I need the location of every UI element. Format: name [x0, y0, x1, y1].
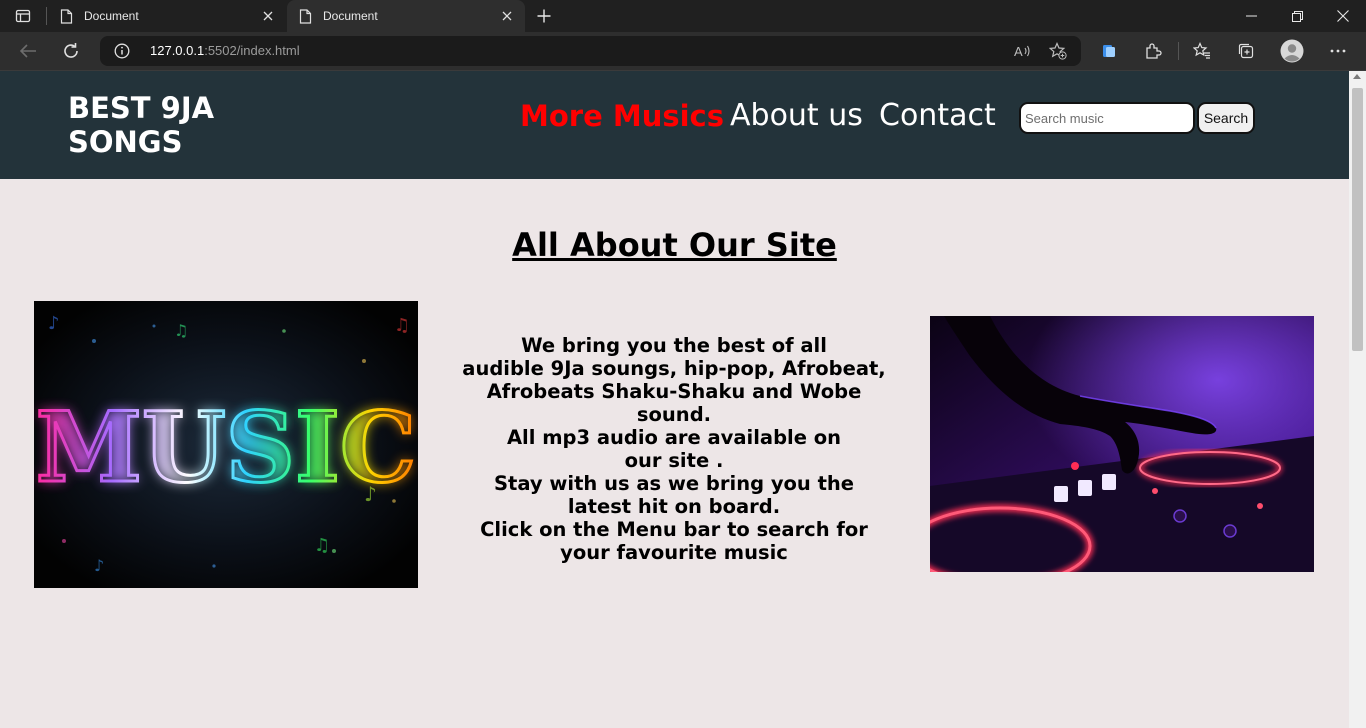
- scrollbar-thumb[interactable]: [1352, 88, 1363, 351]
- collections-app-icon[interactable]: [1094, 36, 1124, 66]
- nav-more-musics[interactable]: More Musics: [520, 99, 724, 133]
- page-viewport: BEST 9JA SONGS More Musics About us Cont…: [0, 71, 1349, 728]
- new-tab-plus-icon[interactable]: [531, 4, 557, 28]
- url-host: 127.0.0.1: [150, 43, 205, 58]
- tab-actions-icon[interactable]: [8, 4, 38, 28]
- svg-text:♪: ♪: [48, 313, 60, 334]
- scroll-up-arrow-icon[interactable]: [1353, 74, 1361, 79]
- site-logo[interactable]: BEST 9JA SONGS: [68, 91, 268, 159]
- logo-line-1: BEST 9JA: [68, 91, 215, 125]
- tab-separator: [46, 7, 47, 25]
- music-text: MUSIC: [36, 391, 417, 504]
- about-description: We bring you the best of all audible 9Ja…: [454, 334, 894, 564]
- favorite-add-icon[interactable]: [1048, 41, 1068, 61]
- site-info-icon[interactable]: [114, 43, 130, 59]
- collections-icon[interactable]: [1231, 36, 1261, 66]
- svg-text:♫: ♫: [314, 535, 330, 556]
- browser-toolbar: 127.0.0.1:5502/index.html A: [0, 32, 1366, 70]
- about-line: Click on the Menu bar to search for: [480, 518, 868, 541]
- search-input[interactable]: [1019, 102, 1195, 134]
- tab-label: Document: [323, 9, 378, 23]
- search-button[interactable]: Search: [1197, 102, 1255, 134]
- document-icon: [297, 8, 313, 24]
- address-bar[interactable]: 127.0.0.1:5502/index.html A: [100, 36, 1081, 66]
- refresh-icon[interactable]: [56, 36, 86, 66]
- about-line: Afrobeats Shaku-Shaku and Wobe sound.: [486, 380, 862, 426]
- url-path: :5502/index.html: [204, 43, 300, 58]
- minimize-icon[interactable]: [1228, 0, 1274, 32]
- profile-avatar-icon[interactable]: [1277, 36, 1307, 66]
- about-line: our site .: [624, 449, 724, 472]
- logo-line-2: SONGS: [68, 125, 183, 159]
- svg-text:A: A: [1014, 44, 1023, 59]
- extensions-icon[interactable]: [1138, 36, 1168, 66]
- about-line: latest hit on board.: [567, 495, 781, 518]
- page-scrollbar[interactable]: [1349, 71, 1366, 728]
- page-title: All About Our Site: [512, 226, 837, 264]
- tab-label: Document: [84, 9, 139, 23]
- favorites-list-icon[interactable]: [1187, 36, 1217, 66]
- nav-about-us[interactable]: About us: [730, 98, 863, 133]
- close-tab-icon[interactable]: [495, 4, 519, 28]
- svg-text:♪: ♪: [94, 556, 104, 575]
- dj-deck-image: [930, 316, 1314, 572]
- nav-contact[interactable]: Contact: [879, 98, 996, 133]
- toolbar-separator: [1178, 42, 1179, 60]
- about-line: We bring you the best of all: [521, 334, 827, 357]
- about-line: All mp3 audio are available on: [506, 426, 842, 449]
- more-options-icon[interactable]: [1323, 36, 1353, 66]
- read-aloud-icon[interactable]: A: [1012, 41, 1032, 61]
- svg-text:♫: ♫: [394, 315, 410, 336]
- browser-tab-2[interactable]: Document: [287, 0, 525, 32]
- close-tab-icon[interactable]: [256, 4, 280, 28]
- about-line: audible 9Ja soungs, hip-pop, Afrobeat,: [462, 357, 886, 380]
- browser-tab-1[interactable]: Document: [48, 0, 286, 32]
- back-arrow-icon[interactable]: [13, 36, 43, 66]
- svg-text:♫: ♫: [174, 321, 188, 340]
- site-header: BEST 9JA SONGS More Musics About us Cont…: [0, 71, 1349, 179]
- about-line: your favourite music: [560, 541, 788, 564]
- browser-tab-bar: Document Document: [0, 0, 1366, 32]
- document-icon: [58, 8, 74, 24]
- url-text[interactable]: 127.0.0.1:5502/index.html: [150, 43, 300, 58]
- music-neon-image: ♪ ♫ ♫ ♪ ♫ ♪ MUSIC MUSIC: [34, 301, 418, 588]
- about-line: Stay with us as we bring you the: [493, 472, 855, 495]
- restore-icon[interactable]: [1274, 0, 1320, 32]
- close-window-icon[interactable]: [1320, 0, 1366, 32]
